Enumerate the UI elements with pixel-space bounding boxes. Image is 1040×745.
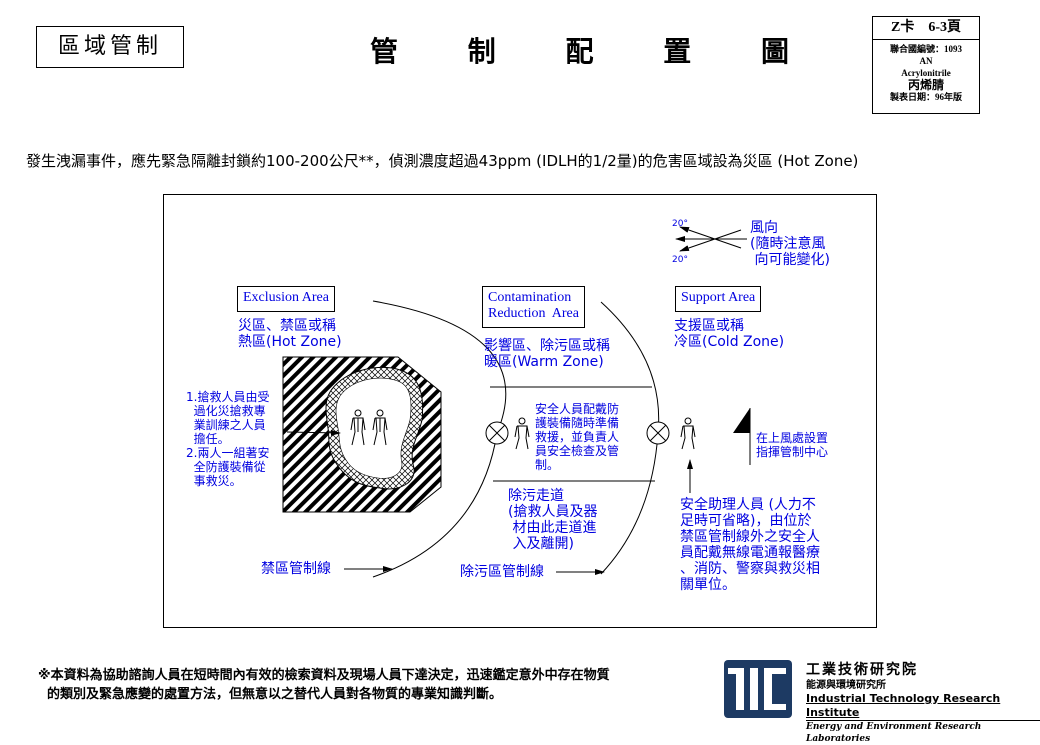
checkpoint-icon <box>646 421 670 445</box>
safety-assistant-note: 安全助理人員 (人力不 足時可省略)，由位於 禁區管制線外之安全人 員配戴無線電… <box>680 497 820 593</box>
safety-officer-figure-icon <box>514 417 530 450</box>
wind-direction-label: 風向 (隨時注意風 向可能變化) <box>750 220 830 268</box>
safety-assistant-figure-icon <box>680 417 696 450</box>
org-sub-en: Energy and Environment Research Laborato… <box>806 720 1040 745</box>
organization-block: 工業技術研究院 能源與環境研究所 Industrial Technology R… <box>806 662 1040 745</box>
warm-zone-note: 安全人員配戴防 護裝備隨時準備 救援，並負責人 員安全檢查及管 制。 <box>535 402 620 472</box>
corridor-note: 除污走道 (搶救人員及器 材由此走道進 入及離開) <box>508 488 598 552</box>
cold-zone-desc: 支援區或稱 冷區(Cold Zone) <box>674 318 785 350</box>
checkpoint-icon <box>485 421 509 445</box>
wind-angle-top: 20° <box>672 219 688 229</box>
hot-zone-note: 1.搶救人員由受 過化災搶救專 業訓練之人員 擔任。 2.兩人一組著安 全防護裝… <box>186 390 270 488</box>
org-name-zh: 工業技術研究院 <box>806 662 918 678</box>
decon-line-label: 除污區管制線 <box>460 564 544 580</box>
itri-logo-icon <box>724 660 792 718</box>
org-sub-zh: 能源與環境研究所 <box>806 680 886 691</box>
org-name-en: Industrial Technology Research Institute <box>806 692 1001 719</box>
wind-angle-bottom: 20° <box>672 255 688 265</box>
hot-line-label: 禁區管制線 <box>261 561 331 577</box>
support-area-label: Support Area <box>675 286 762 312</box>
contamination-reduction-area-label: Contamination Reduction Area <box>482 286 585 328</box>
command-post-note: 在上風處設置 指揮管制中心 <box>756 431 829 459</box>
hot-zone-desc: 災區、禁區或稱 熱區(Hot Zone) <box>238 318 342 350</box>
command-post-flag-icon <box>733 408 751 465</box>
disclaimer: ※本資料為協助諮詢人員在短時間內有效的檢索資料及現場人員下達決定，迅速鑑定意外中… <box>38 668 610 702</box>
warm-zone-desc: 影響區、除污區或稱 暖區(Warm Zone) <box>484 338 610 370</box>
wind-direction-icon <box>675 226 747 252</box>
exclusion-area-label: Exclusion Area <box>237 286 335 312</box>
